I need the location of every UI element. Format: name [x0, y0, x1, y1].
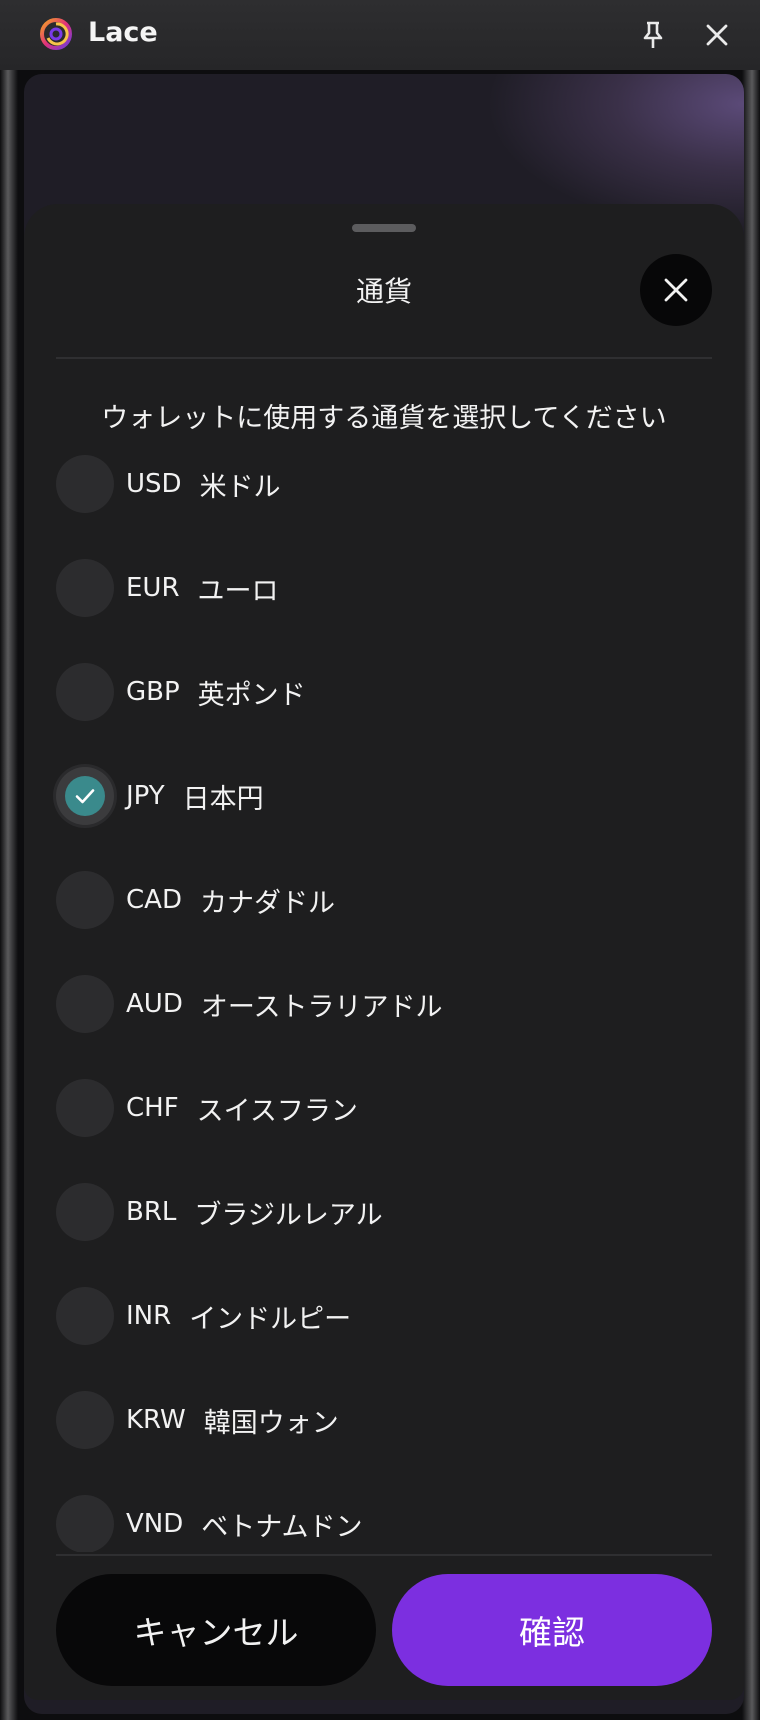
- currency-code: AUD: [126, 989, 183, 1019]
- currency-code: BRL: [126, 1197, 177, 1227]
- cancel-button[interactable]: キャンセル: [56, 1574, 376, 1686]
- currency-option-eur[interactable]: EUR ユーロ: [56, 553, 696, 623]
- lace-logo-icon: [38, 16, 74, 52]
- currency-name: ブラジルレアル: [194, 1199, 383, 1231]
- currency-code: KRW: [126, 1405, 186, 1435]
- currency-code: CHF: [126, 1093, 179, 1123]
- drag-handle[interactable]: [352, 224, 416, 232]
- currency-option-gbp[interactable]: GBP 英ポンド: [56, 657, 696, 727]
- radio-button[interactable]: [56, 559, 114, 617]
- currency-code: INR: [126, 1301, 172, 1331]
- radio-button[interactable]: [56, 1183, 114, 1241]
- currency-code: EUR: [126, 573, 180, 603]
- currency-code: USD: [126, 469, 182, 499]
- currency-code: JPY: [126, 781, 165, 811]
- radio-button[interactable]: [56, 975, 114, 1033]
- window-close-button[interactable]: [700, 18, 734, 52]
- currency-name: インドルピー: [189, 1303, 352, 1335]
- currency-option-jpy[interactable]: JPY 日本円: [56, 761, 696, 831]
- app-title: Lace: [88, 17, 158, 48]
- radio-button[interactable]: [56, 663, 114, 721]
- radio-button[interactable]: [56, 1495, 114, 1552]
- radio-button[interactable]: [56, 871, 114, 929]
- currency-list[interactable]: USD 米ドル EUR ユーロ GBP 英ポンド JPY 日本円 CAD カナダ…: [24, 440, 744, 1552]
- pin-button[interactable]: [636, 18, 670, 52]
- radio-button[interactable]: [56, 1287, 114, 1345]
- confirm-button[interactable]: 確認: [392, 1574, 712, 1686]
- currency-name: オーストラリアドル: [200, 991, 443, 1023]
- currency-option-brl[interactable]: BRL ブラジルレアル: [56, 1177, 696, 1247]
- currency-sheet: 通貨 ウォレットに使用する通貨を選択してください USD 米ドル EUR ユーロ…: [24, 204, 744, 1700]
- sheet-subtitle: ウォレットに使用する通貨を選択してください: [101, 403, 667, 434]
- currency-name: 米ドル: [199, 471, 281, 503]
- currency-name: カナダドル: [199, 887, 335, 919]
- radio-button[interactable]: [56, 455, 114, 513]
- currency-option-cad[interactable]: CAD カナダドル: [56, 865, 696, 935]
- divider: [56, 357, 712, 359]
- currency-name: 韓国ウォン: [203, 1407, 339, 1439]
- radio-selected-indicator: [65, 776, 105, 816]
- currency-name: ユーロ: [197, 575, 279, 607]
- extension-window: Lace 通貨 ウォレットに使用する通貨を選択してください USD 米ドル EU…: [0, 0, 760, 1720]
- close-icon: [664, 278, 688, 302]
- currency-option-usd[interactable]: USD 米ドル: [56, 449, 696, 519]
- currency-name: スイスフラン: [196, 1095, 358, 1127]
- currency-code: CAD: [126, 885, 182, 915]
- radio-button[interactable]: [56, 1079, 114, 1137]
- close-icon: [706, 24, 728, 46]
- currency-name: 日本円: [182, 783, 264, 815]
- currency-name: 英ポンド: [197, 679, 306, 711]
- pin-icon: [643, 21, 663, 48]
- currency-option-aud[interactable]: AUD オーストラリアドル: [56, 969, 696, 1039]
- radio-button-selected[interactable]: [56, 767, 114, 825]
- radio-button[interactable]: [56, 1391, 114, 1449]
- currency-option-inr[interactable]: INR インドルピー: [56, 1281, 696, 1351]
- sheet-title: 通貨: [355, 275, 412, 308]
- currency-option-krw[interactable]: KRW 韓国ウォン: [56, 1385, 696, 1455]
- currency-option-vnd[interactable]: VND ベトナムドン: [56, 1489, 696, 1552]
- sheet-close-button[interactable]: [640, 254, 712, 326]
- currency-code: GBP: [126, 677, 180, 707]
- currency-option-chf[interactable]: CHF スイスフラン: [56, 1073, 696, 1143]
- currency-code: VND: [126, 1509, 184, 1539]
- divider: [56, 1554, 712, 1556]
- currency-name: ベトナムドン: [201, 1511, 363, 1543]
- title-bar: Lace: [0, 0, 760, 70]
- check-icon: [75, 789, 95, 804]
